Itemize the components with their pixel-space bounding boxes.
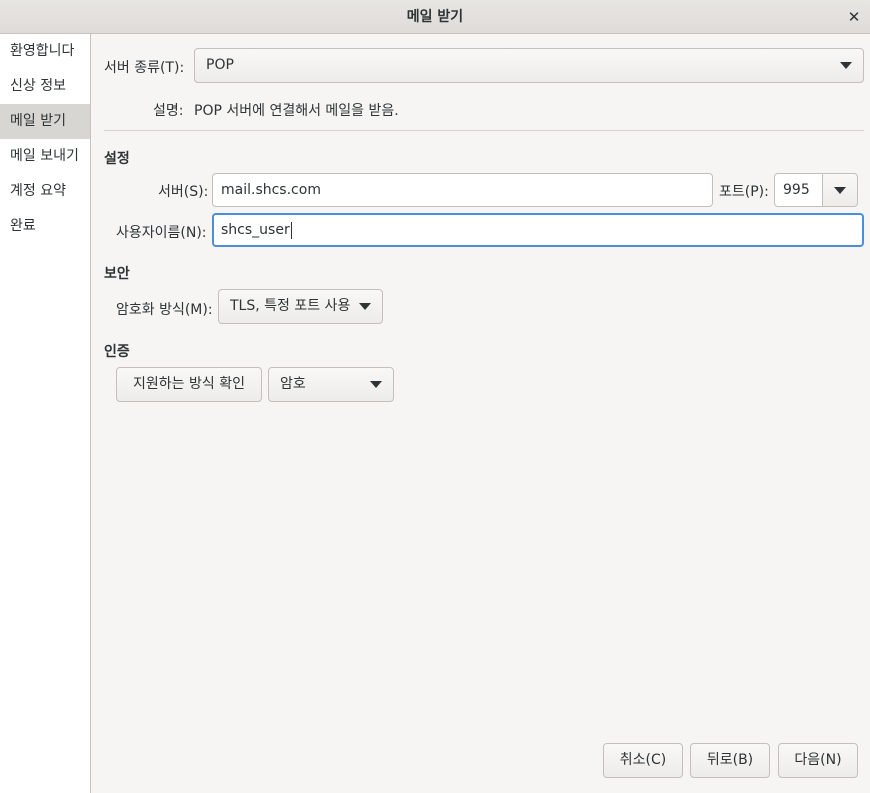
description-label: 설명: [153,103,184,119]
server-field[interactable]: mail.shcs.com [212,173,713,207]
auth-heading: 인증 [104,344,130,360]
port-field[interactable]: 995 [774,173,824,207]
chevron-down-icon [370,381,382,388]
close-icon[interactable]: ✕ [844,7,864,27]
sidebar: 환영합니다 신상 정보 메일 받기 메일 보내기 계정 요약 완료 [0,34,91,793]
chevron-down-icon [840,62,852,69]
title-bar: 메일 받기 ✕ [0,0,870,34]
auth-method-value: 암호 [280,376,306,392]
sidebar-item-welcome[interactable]: 환영합니다 [0,34,90,69]
separator [104,130,864,131]
sidebar-item-receiving-email[interactable]: 메일 받기 [0,104,90,139]
username-label: 사용자이름(N): [116,225,207,241]
sidebar-item-done[interactable]: 완료 [0,209,90,244]
sidebar-item-identity[interactable]: 신상 정보 [0,69,90,104]
text-cursor [290,221,292,239]
auth-method-dropdown[interactable]: 암호 [268,367,394,402]
check-supported-methods-button[interactable]: 지원하는 방식 확인 [116,367,262,402]
username-field[interactable]: shcs_user [212,213,864,247]
encryption-label: 암호화 방식(M): [116,302,213,318]
server-type-value: POP [206,57,234,73]
port-dropdown-button[interactable] [822,173,858,207]
chevron-down-icon [834,187,846,194]
encryption-value: TLS, 특정 포트 사용 [230,298,351,314]
username-value: shcs_user [221,222,290,238]
server-type-dropdown[interactable]: POP [194,48,864,83]
back-button[interactable]: 뒤로(B) [690,743,770,778]
server-type-label: 서버 종류(T): [104,60,185,76]
sidebar-item-account-summary[interactable]: 계정 요약 [0,174,90,209]
encryption-dropdown[interactable]: TLS, 특정 포트 사용 [218,289,383,324]
chevron-down-icon [359,303,371,310]
window-title: 메일 받기 [406,9,464,25]
description-text: POP 서버에 연결해서 메일을 받음. [194,103,399,119]
server-label: 서버(S): [158,184,209,200]
port-label: 포트(P): [719,184,769,200]
next-button[interactable]: 다음(N) [778,743,858,778]
settings-heading: 설정 [104,151,130,167]
sidebar-item-sending-email[interactable]: 메일 보내기 [0,139,90,174]
security-heading: 보안 [104,266,130,282]
cancel-button[interactable]: 취소(C) [603,743,683,778]
